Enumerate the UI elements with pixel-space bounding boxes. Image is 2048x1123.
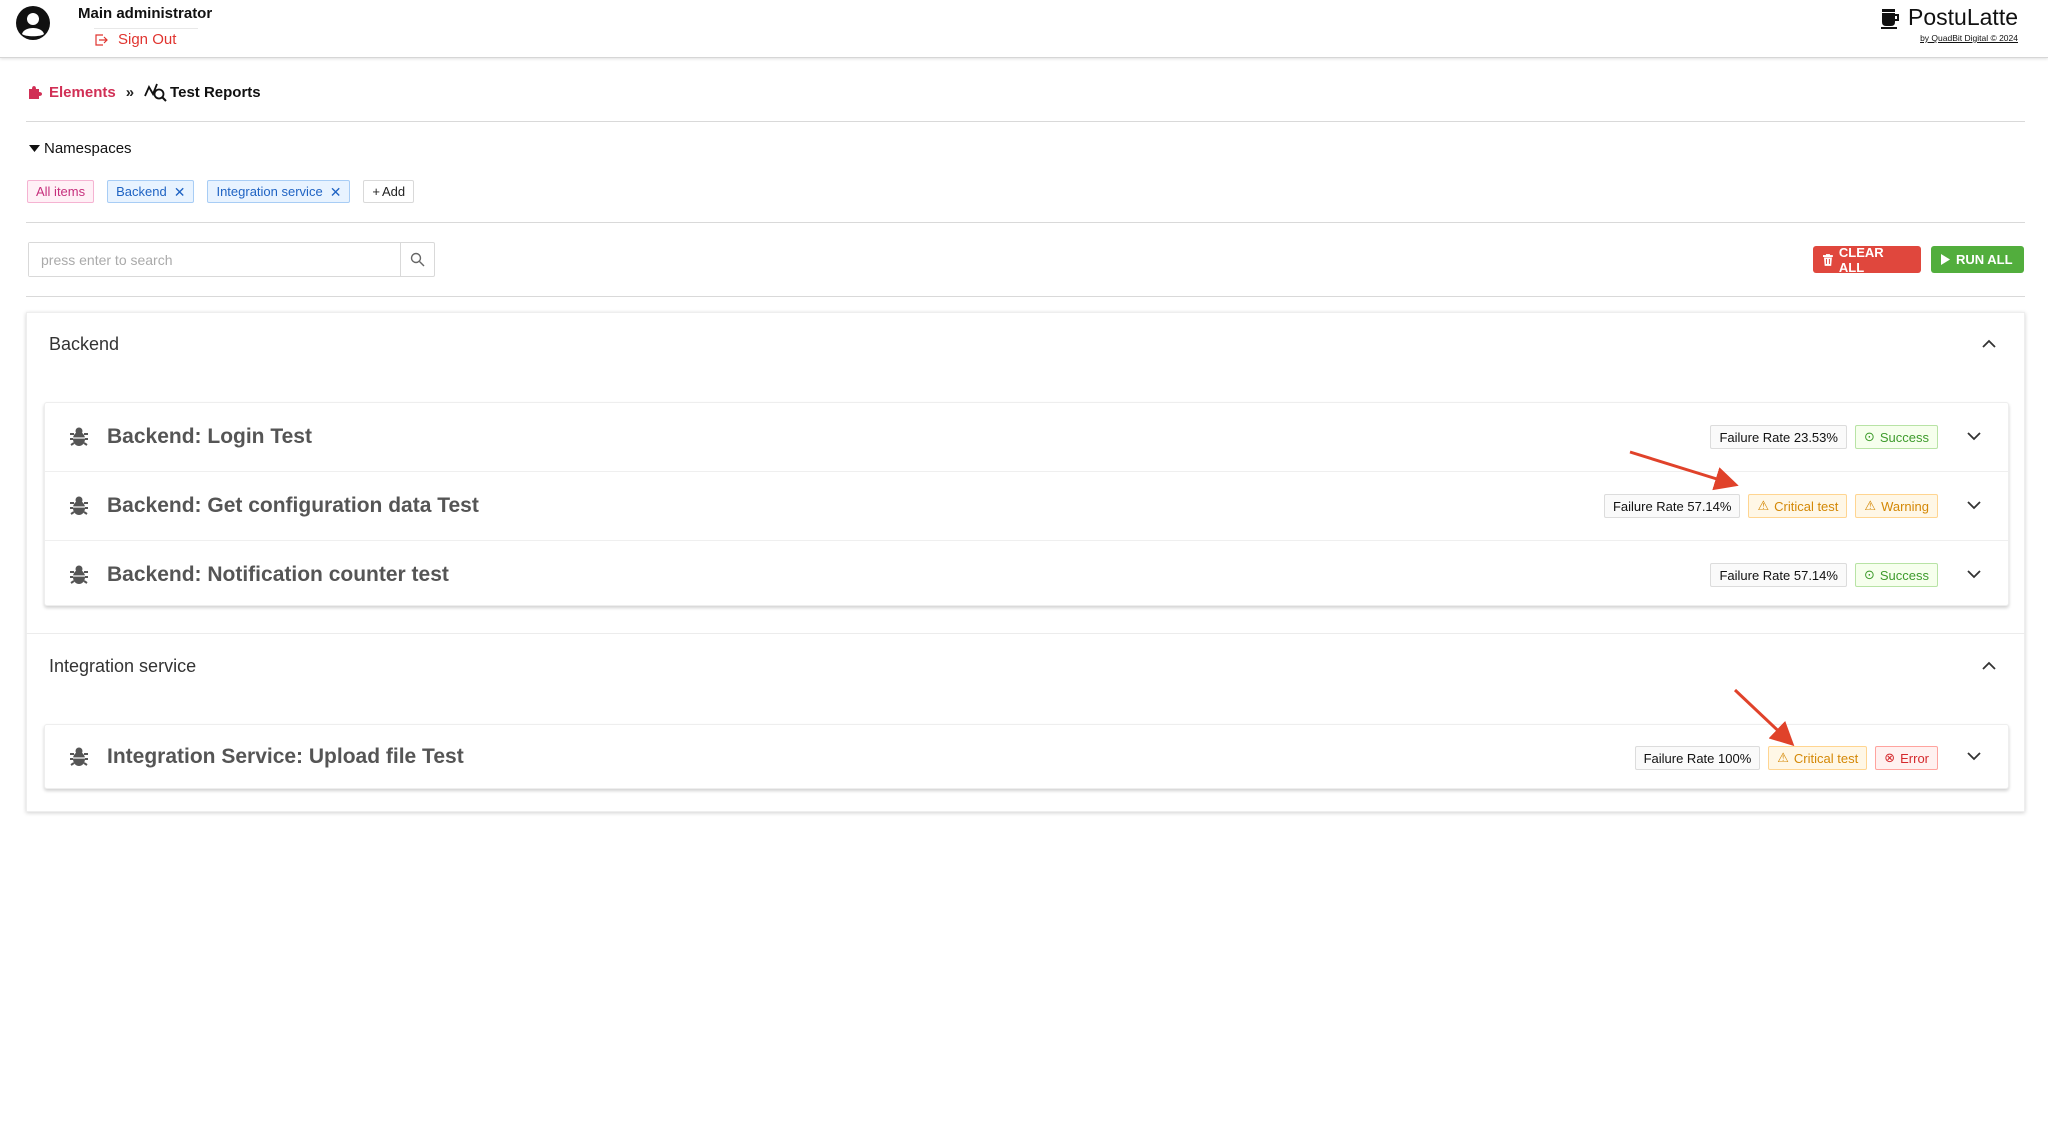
sign-out-button[interactable]: Sign Out [94, 28, 198, 48]
status-badge: ⊗ Error [1875, 746, 1938, 770]
test-title: Backend: Get configuration data Test [107, 494, 479, 517]
namespaces-label: Namespaces [44, 140, 132, 157]
integration-tests-group: Integration Service: Upload file Test Fa… [44, 724, 2009, 789]
chevron-down-icon[interactable] [1966, 497, 1982, 513]
warning-triangle-icon: ⚠ [1777, 750, 1789, 765]
status-label: Success [1879, 567, 1929, 583]
top-bar: Main administrator Sign Out PostuLatte b… [0, 0, 2048, 58]
warning-triangle-icon: ⚠ [1864, 498, 1877, 513]
test-title: Integration Service: Upload file Test [107, 745, 464, 768]
breadcrumb-current: Test Reports [144, 81, 261, 103]
tag-integration-service[interactable]: Integration service ✕ [207, 180, 351, 203]
close-icon[interactable]: ✕ [174, 185, 186, 199]
test-row[interactable]: Backend: Login Test Failure Rate 23.53% … [45, 403, 2008, 472]
tag-label: Integration service [216, 184, 323, 199]
add-namespace-button[interactable]: + Add [363, 180, 415, 203]
chevron-down-icon[interactable] [1966, 428, 1982, 444]
status-label: Success [1879, 429, 1929, 445]
divider [26, 222, 2025, 223]
critical-test-badge: ⚠ Critical test [1768, 746, 1868, 770]
status-badge: ⚠ Warning [1855, 494, 1938, 518]
divider [26, 121, 2025, 122]
breadcrumb-elements-label: Elements [49, 83, 116, 101]
run-all-label: RUN ALL [1956, 252, 2013, 267]
error-circle-icon: ⊗ [1884, 750, 1896, 765]
failure-rate-badge: Failure Rate 57.14% [1603, 494, 1741, 518]
bug-icon [70, 427, 88, 446]
breadcrumb-current-label: Test Reports [170, 83, 261, 101]
close-icon[interactable]: ✕ [330, 185, 342, 199]
search-icon [410, 252, 425, 267]
namespaces-toggle[interactable]: Namespaces [29, 140, 132, 157]
tag-all-items[interactable]: All items [27, 180, 95, 203]
test-badges: Failure Rate 57.14% ⊙ Success [1710, 563, 1938, 587]
chevron-down-icon[interactable] [1966, 748, 1982, 764]
breadcrumb-separator: » [125, 83, 135, 101]
breadcrumb: Elements » Test Reports [27, 81, 261, 103]
failure-rate-badge: Failure Rate 100% [1634, 746, 1761, 770]
chart-magnifier-icon [144, 83, 167, 102]
clear-all-label: CLEAR ALL [1838, 244, 1884, 275]
section-title-backend: Backend [49, 334, 120, 354]
brand: PostuLatte by QuadBit Digital © 2024 [1880, 4, 2018, 43]
caret-down-icon [29, 144, 40, 152]
status-badge: ⊙ Success [1854, 425, 1938, 449]
logout-icon [95, 33, 108, 46]
chevron-up-icon[interactable] [1981, 336, 1997, 352]
coffee-cup-icon [1881, 8, 1900, 29]
chevron-down-icon[interactable] [1966, 566, 1982, 582]
status-label: Error [1900, 750, 1929, 766]
test-row[interactable]: Integration Service: Upload file Test Fa… [45, 725, 2008, 790]
test-row[interactable]: Backend: Notification counter test Failu… [45, 541, 2008, 610]
search-box [28, 242, 435, 277]
tag-label: All items [36, 184, 86, 199]
critical-test-badge: ⚠ Critical test [1748, 494, 1848, 518]
bug-icon [70, 747, 88, 766]
run-all-button[interactable]: RUN ALL [1931, 246, 2024, 273]
bug-icon [70, 496, 88, 515]
section-title-integration-service: Integration service [49, 656, 197, 676]
admin-name: Main administrator [78, 5, 213, 22]
bug-icon [70, 565, 88, 584]
chevron-up-icon[interactable] [1981, 658, 1997, 674]
test-title: Backend: Login Test [107, 425, 312, 448]
test-badges: Failure Rate 57.14% ⚠ Critical test ⚠ Warn… [1603, 494, 1938, 518]
status-label: Warning [1881, 498, 1929, 514]
failure-rate-badge: Failure Rate 57.14% [1710, 563, 1847, 587]
critical-label: Critical test [1774, 498, 1839, 514]
status-badge: ⊙ Success [1854, 563, 1938, 587]
search-input[interactable] [29, 243, 400, 276]
check-circle-icon: ⊙ [1863, 429, 1875, 444]
section-divider [26, 633, 2025, 634]
test-badges: Failure Rate 100% ⚠ Critical test ⊗ Error [1634, 746, 1938, 770]
trash-icon [1823, 253, 1833, 266]
divider [26, 296, 2025, 297]
tag-backend[interactable]: Backend ✕ [107, 180, 195, 203]
play-icon [1941, 254, 1950, 265]
puzzle-icon [29, 85, 42, 99]
warning-triangle-icon: ⚠ [1757, 498, 1770, 513]
brand-subtitle-link[interactable]: by QuadBit Digital © 2024 [1880, 33, 2018, 43]
add-label: Add [382, 184, 406, 199]
test-badges: Failure Rate 23.53% ⊙ Success [1710, 425, 1938, 449]
test-title: Backend: Notification counter test [107, 563, 449, 586]
clear-all-button[interactable]: CLEAR ALL [1813, 244, 1921, 275]
backend-tests-group: Backend: Login Test Failure Rate 23.53% … [44, 402, 2009, 606]
check-circle-icon: ⊙ [1863, 567, 1875, 582]
sign-out-label: Sign Out [118, 31, 177, 48]
brand-title: PostuLatte [1908, 4, 2018, 30]
tag-label: Backend [116, 184, 167, 199]
user-avatar-icon[interactable] [15, 5, 51, 41]
breadcrumb-elements-link[interactable]: Elements [27, 84, 116, 101]
failure-rate-badge: Failure Rate 23.53% [1710, 425, 1847, 449]
test-row[interactable]: Backend: Get configuration data Test Fai… [45, 472, 2008, 541]
critical-label: Critical test [1793, 750, 1859, 766]
plus-icon: + [372, 184, 381, 199]
search-button[interactable] [400, 243, 434, 276]
namespace-tags: All items Backend ✕ Integration service ✕ … [27, 180, 415, 203]
